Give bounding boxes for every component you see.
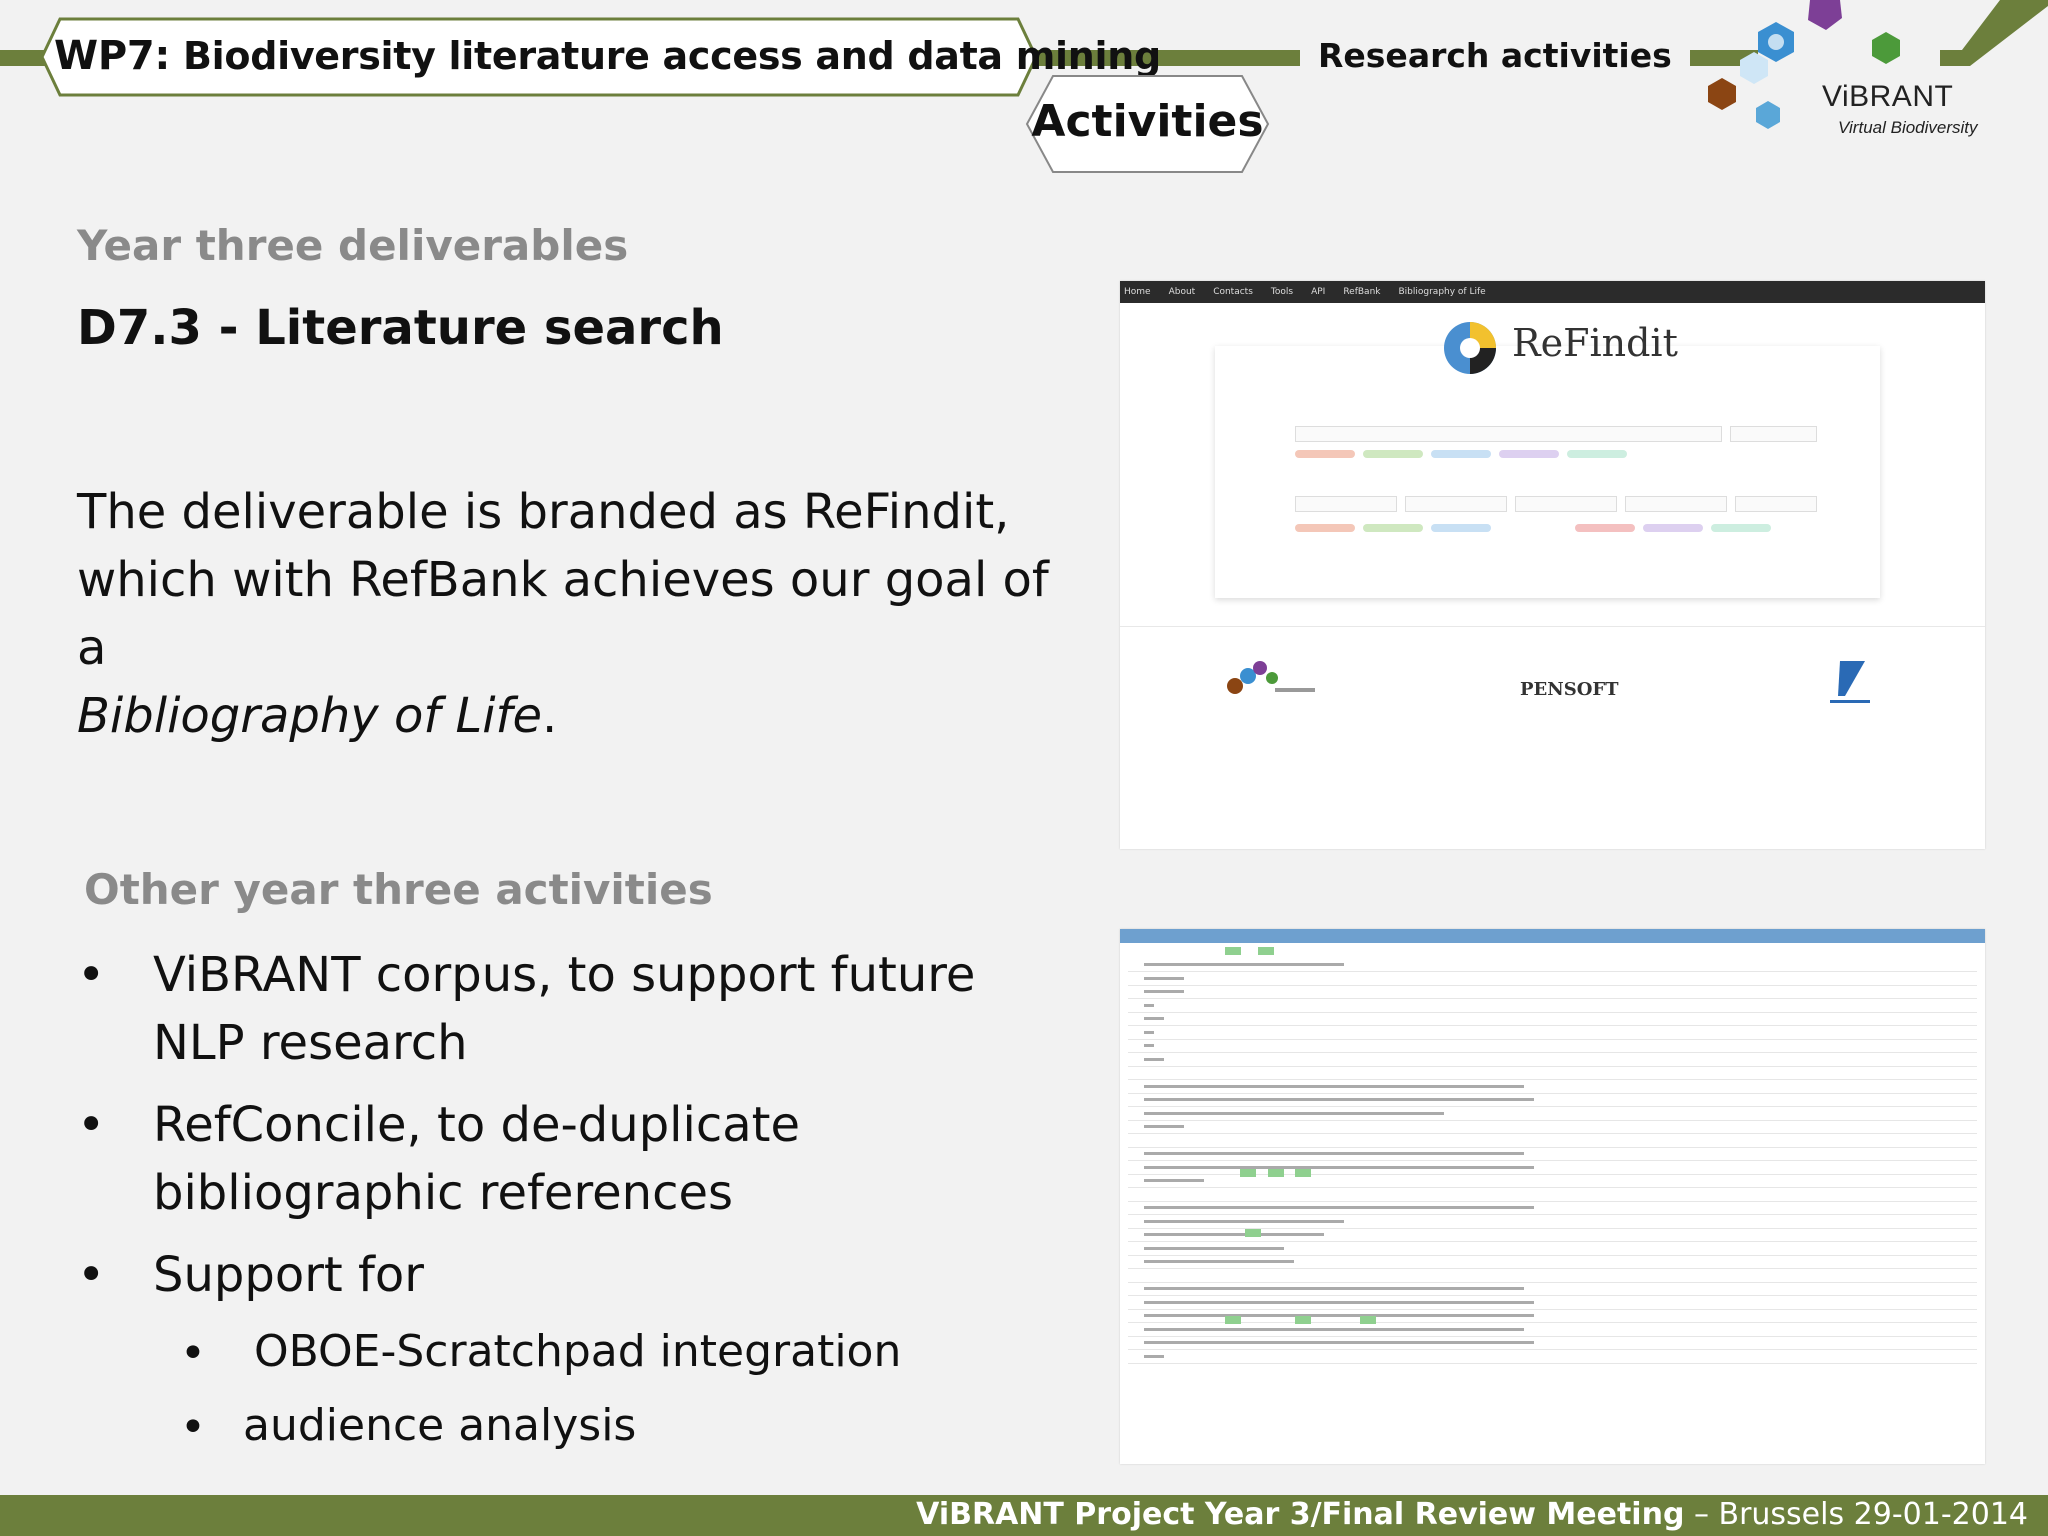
wp-label: WP7: bbox=[54, 33, 171, 79]
description-end: . bbox=[541, 688, 558, 744]
annotation-row bbox=[1128, 1270, 1977, 1283]
fp7-logo-icon bbox=[1830, 661, 1870, 703]
bullet-text: Support for bbox=[153, 1247, 425, 1303]
section-tab-label: Activities bbox=[1031, 96, 1264, 147]
annotation-tag bbox=[1225, 1316, 1241, 1324]
annotation-row bbox=[1128, 1297, 1977, 1310]
annotation-row bbox=[1128, 1067, 1977, 1080]
bullet-text: ViBRANT corpus, to support future NLP res… bbox=[153, 947, 976, 1071]
refindit-brand: ReFindit bbox=[1512, 321, 1678, 365]
other-activities-heading: Other year three activities bbox=[84, 865, 713, 914]
corpus-annotation-screenshot bbox=[1120, 929, 1985, 1464]
annotation-row bbox=[1128, 1040, 1977, 1053]
bullet-text: RefConcile, to de-duplicate bibliographic… bbox=[153, 1097, 800, 1221]
annotation-row bbox=[1128, 1027, 1977, 1040]
annotation-row bbox=[1128, 1324, 1977, 1337]
header-title: WP7: Biodiversity literature access and … bbox=[54, 33, 1161, 79]
annotation-row bbox=[1128, 1351, 1977, 1364]
refindit-logo-icon bbox=[1444, 322, 1496, 374]
annotation-row bbox=[1128, 1094, 1977, 1107]
annotation-row bbox=[1128, 1243, 1977, 1256]
header-title-box: WP7: Biodiversity literature access and … bbox=[40, 17, 1161, 97]
year-three-deliverables-heading: Year three deliverables bbox=[77, 221, 629, 270]
bullet-symbol: • bbox=[77, 1247, 106, 1303]
bullet-symbol: • bbox=[77, 947, 106, 1003]
research-activities-label: Research activities bbox=[1310, 36, 1690, 75]
annotation-tag bbox=[1245, 1229, 1261, 1237]
annotation-row bbox=[1128, 959, 1977, 972]
annotation-tag bbox=[1258, 947, 1274, 955]
footer-bar: ViBRANT Project Year 3/Final Review Meet… bbox=[0, 1495, 2048, 1536]
annotation-tag bbox=[1225, 947, 1241, 955]
wp-title: Biodiversity literature access and data … bbox=[183, 34, 1161, 78]
description-line-1: The deliverable is branded as ReFindit, bbox=[77, 484, 1010, 540]
annotation-row bbox=[1128, 1081, 1977, 1094]
refindit-search-panel bbox=[1215, 346, 1880, 598]
deliverable-description: The deliverable is branded as ReFindit, … bbox=[77, 478, 1077, 750]
annotation-window-titlebar bbox=[1120, 929, 1985, 943]
annotation-row bbox=[1128, 1283, 1977, 1296]
annotation-tag bbox=[1240, 1169, 1256, 1177]
description-line-2: which with RefBank achieves our goal of … bbox=[77, 552, 1049, 676]
annotation-row bbox=[1128, 1108, 1977, 1121]
annotation-row bbox=[1128, 1310, 1977, 1323]
section-tab: Activities bbox=[1025, 74, 1270, 174]
annotation-tag bbox=[1268, 1169, 1284, 1177]
annotation-row bbox=[1128, 1135, 1977, 1148]
annotation-row bbox=[1128, 1216, 1977, 1229]
vibrant-partner-logo-icon bbox=[1227, 661, 1315, 694]
logo-tagline: Virtual Biodiversity bbox=[1838, 118, 1978, 137]
refindit-screenshot: Home About Contacts Tools API RefBank Bibli… bbox=[1120, 281, 1985, 849]
deliverable-title: D7.3 - Literature search bbox=[77, 300, 724, 356]
annotation-row bbox=[1128, 1148, 1977, 1161]
refindit-navbar: Home About Contacts Tools API RefBank Bibli… bbox=[1120, 281, 1985, 303]
annotation-row bbox=[1128, 1337, 1977, 1350]
annotation-tag bbox=[1295, 1169, 1311, 1177]
sub-bullet-text: OBOE-Scratchpad integration bbox=[254, 1326, 902, 1377]
pensoft-logo: PENSOFT bbox=[1520, 679, 1619, 700]
logo-name: ViBRANT bbox=[1822, 80, 1954, 113]
annotation-row bbox=[1128, 1000, 1977, 1013]
annotation-tag bbox=[1360, 1316, 1376, 1324]
sub-bullet-text: audience analysis bbox=[243, 1400, 637, 1451]
sub-bullet-symbol: • bbox=[180, 1402, 206, 1453]
annotation-row bbox=[1128, 986, 1977, 999]
annotation-tag bbox=[1295, 1316, 1311, 1324]
annotation-row bbox=[1128, 1121, 1977, 1134]
description-italic: Bibliography of Life bbox=[77, 688, 542, 744]
annotation-row bbox=[1128, 1054, 1977, 1067]
annotation-row bbox=[1128, 1189, 1977, 1202]
sub-bullet-symbol: • bbox=[180, 1328, 206, 1379]
annotation-row bbox=[1128, 1013, 1977, 1026]
bullet-symbol: • bbox=[77, 1097, 106, 1153]
annotation-row bbox=[1128, 1202, 1977, 1215]
annotation-row bbox=[1128, 973, 1977, 986]
annotation-row bbox=[1128, 1256, 1977, 1269]
footer-text: ViBRANT Project Year 3/Final Review Meet… bbox=[916, 1497, 2028, 1532]
